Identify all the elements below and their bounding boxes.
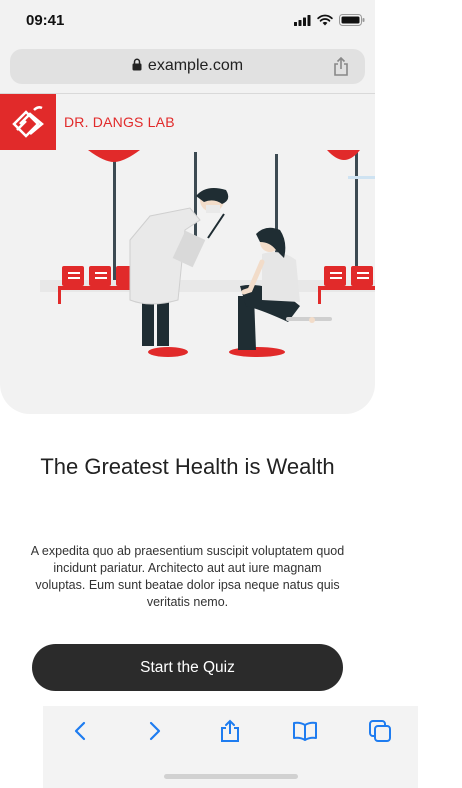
battery-icon <box>339 14 365 26</box>
page-description: A expedita quo ab praesentium suscipit v… <box>30 544 345 609</box>
browser-toolbar <box>43 706 418 788</box>
forward-icon <box>149 721 161 741</box>
tabs-button[interactable] <box>367 718 393 744</box>
start-quiz-button[interactable]: Start the Quiz <box>32 644 343 691</box>
lock-icon <box>132 58 142 71</box>
signal-icon <box>294 14 311 26</box>
bookmarks-icon <box>293 721 317 741</box>
tabs-icon <box>369 720 391 742</box>
bookmarks-button[interactable] <box>292 718 318 744</box>
status-bar: 09:41 <box>0 0 375 44</box>
forward-button[interactable] <box>142 718 168 744</box>
page-title: The Greatest Health is Wealth <box>40 454 335 479</box>
url-text: example.com <box>147 57 244 74</box>
url-bar[interactable]: example.com <box>10 49 365 84</box>
url-display: example.com <box>10 57 365 75</box>
hero-illustration <box>40 150 375 357</box>
brand-logo[interactable] <box>0 94 56 150</box>
share-button[interactable] <box>217 718 243 744</box>
logo-icon <box>12 106 44 138</box>
page: 09:41 example.com DR. DANGS LAB The Grea… <box>0 0 462 788</box>
header-card: 09:41 example.com DR. DANGS LAB <box>0 0 375 414</box>
back-icon <box>74 721 86 741</box>
wifi-icon <box>317 14 333 26</box>
brand-name: DR. DANGS LAB <box>64 114 175 130</box>
status-time: 09:41 <box>26 12 65 29</box>
share-icon[interactable] <box>333 57 349 76</box>
share-icon <box>221 719 239 742</box>
status-icons <box>294 14 365 26</box>
brand-bar: DR. DANGS LAB <box>0 94 375 150</box>
home-indicator <box>164 774 298 779</box>
back-button[interactable] <box>67 718 93 744</box>
